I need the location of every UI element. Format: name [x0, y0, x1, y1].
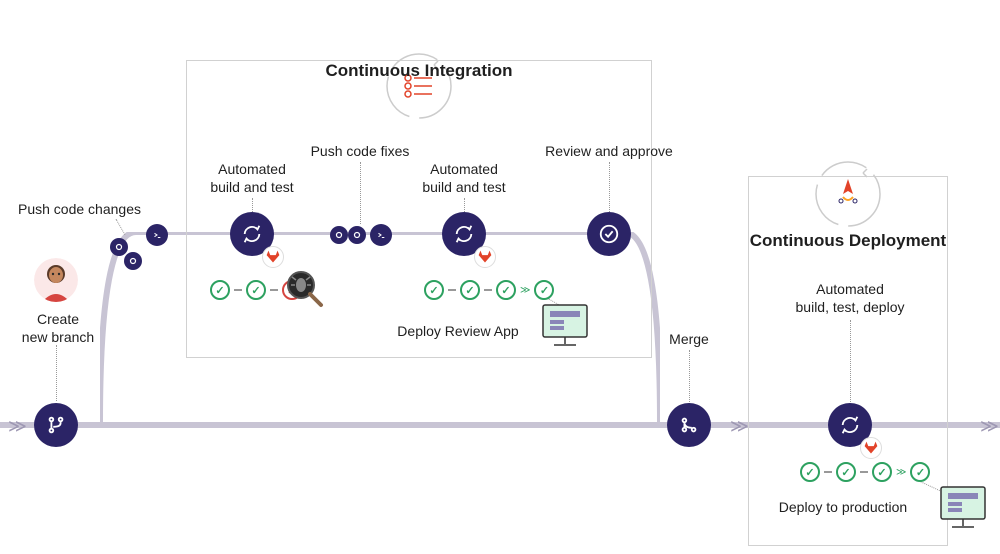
- status-ok-icon: ✓: [496, 280, 516, 300]
- dotted-connector: [689, 350, 690, 404]
- approve-node: [587, 212, 631, 256]
- gitlab-icon: [262, 246, 284, 268]
- status-connector: [484, 289, 492, 291]
- dotted-connector: [360, 162, 361, 224]
- gitlab-icon: [860, 437, 882, 459]
- push-icon: [370, 224, 392, 246]
- status-ok-icon: ✓: [872, 462, 892, 482]
- pipeline-status-ok: ✓ ✓ ✓ ≫ ✓: [424, 280, 554, 300]
- push-changes-label: Push code changes: [18, 200, 148, 218]
- bug-magnifier-icon: [286, 270, 324, 308]
- gitlab-icon: [474, 246, 496, 268]
- dotted-connector: [116, 219, 126, 235]
- push-icon: [146, 224, 168, 246]
- status-connector: [448, 289, 456, 291]
- deploy-review-app-label: Deploy Review App: [388, 322, 528, 340]
- pipeline-status-ok: ✓ ✓ ✓ ≫ ✓: [800, 462, 930, 482]
- commit-icon: [110, 238, 128, 256]
- status-ok-icon: ✓: [800, 462, 820, 482]
- status-connector: [234, 289, 242, 291]
- cd-section-icon: [813, 159, 883, 229]
- developer-avatar: [34, 258, 78, 302]
- review-approve-label: Review and approve: [534, 142, 684, 160]
- auto-build-test-1-label: Automated build and test: [202, 160, 302, 196]
- cd-section-box: Continuous Deployment: [748, 176, 948, 546]
- dotted-connector: [850, 320, 851, 402]
- flow-arrow-icon: ≫: [980, 416, 999, 437]
- status-ok-icon: ✓: [424, 280, 444, 300]
- status-ok-icon: ✓: [534, 280, 554, 300]
- status-ok-icon: ✓: [246, 280, 266, 300]
- status-connector: [824, 471, 832, 473]
- merge-label: Merge: [664, 330, 714, 348]
- status-arrow-icon: ≫: [520, 285, 530, 296]
- status-ok-icon: ✓: [836, 462, 856, 482]
- auto-build-test-deploy-label: Automated build, test, deploy: [790, 280, 910, 316]
- flow-arrow-icon: ≫: [730, 416, 749, 437]
- commit-icon: [330, 226, 348, 244]
- production-monitor-icon: [938, 484, 988, 532]
- commit-icon: [124, 252, 142, 270]
- status-connector: [270, 289, 278, 291]
- status-connector: [860, 471, 868, 473]
- dotted-connector: [56, 345, 57, 401]
- status-arrow-icon: ≫: [896, 467, 906, 478]
- create-branch-label: Create new branch: [16, 310, 100, 346]
- flow-arrow-icon: ≫: [8, 416, 27, 437]
- status-ok-icon: ✓: [910, 462, 930, 482]
- status-ok-icon: ✓: [460, 280, 480, 300]
- push-fixes-label: Push code fixes: [300, 142, 420, 160]
- dotted-connector: [609, 162, 610, 214]
- cd-title: Continuous Deployment: [749, 231, 947, 251]
- review-app-monitor-icon: [540, 302, 590, 350]
- merge-node: [667, 403, 711, 447]
- auto-build-test-2-label: Automated build and test: [414, 160, 514, 196]
- commit-icon: [348, 226, 366, 244]
- branch-node: [34, 403, 78, 447]
- status-ok-icon: ✓: [210, 280, 230, 300]
- deploy-production-label: Deploy to production: [768, 498, 918, 516]
- ci-title: Continuous Integration: [187, 61, 651, 81]
- pipeline-diagram: ≫ ≫ ≫ Continuous Integration: [0, 0, 1000, 554]
